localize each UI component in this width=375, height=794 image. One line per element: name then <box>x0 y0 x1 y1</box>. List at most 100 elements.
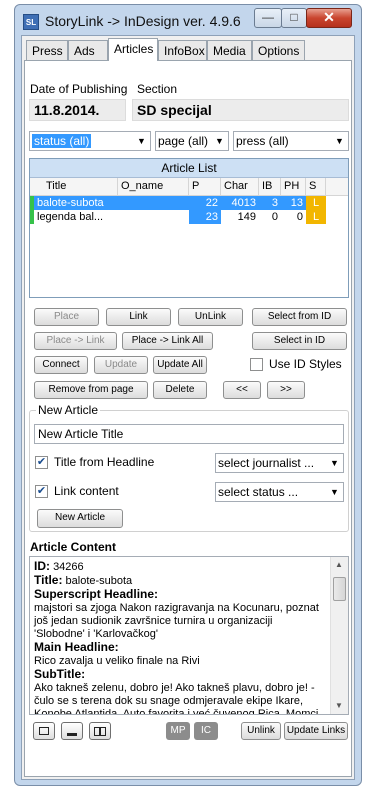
update-links-button[interactable]: Update Links <box>284 722 348 740</box>
column-char[interactable]: Char <box>221 178 259 195</box>
bottom-toolbar: MP IC Unlink Update Links <box>25 720 351 742</box>
new-article-button[interactable]: New Article <box>37 509 123 528</box>
section-value: SD specijal <box>132 99 349 121</box>
split-divider-icon <box>99 727 101 736</box>
delete-button[interactable]: Delete <box>153 381 207 399</box>
mp-button[interactable]: MP <box>166 722 190 740</box>
row-o-name <box>118 196 189 210</box>
window-title: StoryLink -> InDesign ver. 4.9.6 <box>45 13 241 29</box>
use-id-styles-label: Use ID Styles <box>269 357 342 371</box>
layout-split-button[interactable] <box>89 722 111 740</box>
row-marker <box>30 210 34 224</box>
column-title[interactable]: Title <box>30 178 118 195</box>
link-button[interactable]: Link <box>106 308 171 326</box>
press-filter-dropdown[interactable]: press (all) ▼ <box>233 131 349 151</box>
chevron-down-icon: ▼ <box>215 136 224 146</box>
article-list-title: Article List <box>30 159 348 178</box>
subtitle-label: SubTitle: <box>34 667 86 681</box>
tab-media[interactable]: Media <box>207 40 252 60</box>
tab-options[interactable]: Options <box>252 40 305 60</box>
status-filter-value: status (all) <box>32 134 92 148</box>
journalist-value: select journalist ... <box>218 456 315 470</box>
remove-from-page-button[interactable]: Remove from page <box>34 381 148 399</box>
title-from-headline-label: Title from Headline <box>54 455 155 469</box>
scroll-down-icon[interactable]: ▼ <box>331 698 347 714</box>
row-status: L <box>306 196 326 210</box>
superscript-text: majstori sa zjoga Nakon razigravanja na … <box>34 602 319 640</box>
tab-ads[interactable]: Ads <box>68 40 108 60</box>
main-headline-label: Main Headline: <box>34 640 119 654</box>
status-dropdown[interactable]: select status ... ▼ <box>215 482 344 502</box>
date-label: Date of Publishing <box>30 82 128 96</box>
article-content-text: ID: 34266 Title: balote-subota Superscri… <box>34 560 326 715</box>
link-content-checkbox[interactable]: ✔ <box>35 485 48 498</box>
id-label: ID: <box>34 559 50 573</box>
unlink-button[interactable]: UnLink <box>178 308 243 326</box>
page-filter-dropdown[interactable]: page (all) ▼ <box>155 131 229 151</box>
article-list[interactable]: Article List Title O_name P Char IB PH S… <box>29 158 349 298</box>
bottom-pane-icon <box>67 733 77 736</box>
maximize-button[interactable]: □ <box>281 8 307 28</box>
place-link-all-button[interactable]: Place -> Link All <box>122 332 213 350</box>
single-pane-icon <box>39 727 49 735</box>
tab-press[interactable]: Press <box>26 40 68 60</box>
next-button[interactable]: >> <box>267 381 305 399</box>
article-row[interactable]: balote-subota 22 4013 3 13 L <box>30 196 348 210</box>
column-s[interactable]: S <box>306 178 326 195</box>
title-label: Title: <box>34 573 63 587</box>
layout-single-button[interactable] <box>33 722 55 740</box>
tab-infobox[interactable]: InfoBox <box>158 40 207 60</box>
close-button[interactable]: ✕ <box>306 8 352 28</box>
title-from-headline-checkbox[interactable]: ✔ <box>35 456 48 469</box>
storylink-window: SL StoryLink -> InDesign ver. 4.9.6 — □ … <box>14 4 362 786</box>
select-in-id-button[interactable]: Select in ID <box>252 332 347 350</box>
client-area: Press Ads Articles InfoBox Media Options… <box>21 35 355 780</box>
use-id-styles-checkbox[interactable] <box>250 358 263 371</box>
scroll-up-icon[interactable]: ▲ <box>331 557 347 573</box>
content-scrollbar[interactable]: ▲ ▼ <box>330 557 348 714</box>
select-from-id-button[interactable]: Select from ID <box>252 308 347 326</box>
chevron-down-icon: ▼ <box>330 458 339 468</box>
minimize-button[interactable]: — <box>254 8 282 28</box>
article-row[interactable]: legenda bal... 23 149 0 0 L <box>30 210 348 224</box>
articles-tab-page: Date of Publishing Section 11.8.2014. SD… <box>24 60 352 777</box>
journalist-dropdown[interactable]: select journalist ... ▼ <box>215 453 344 473</box>
date-value: 11.8.2014. <box>29 99 126 121</box>
layout-bottom-button[interactable] <box>61 722 83 740</box>
update-button[interactable]: Update <box>94 356 148 374</box>
connect-button[interactable]: Connect <box>34 356 88 374</box>
row-marker <box>30 196 34 210</box>
new-article-group: New Article New Article Title ✔ Title fr… <box>29 403 349 532</box>
row-status: L <box>306 210 326 224</box>
row-ib: 3 <box>259 196 281 210</box>
article-content-title: Article Content <box>30 540 117 554</box>
row-p: 23 <box>189 210 221 224</box>
scroll-thumb[interactable] <box>333 577 346 601</box>
update-all-button[interactable]: Update All <box>153 356 207 374</box>
status-filter-dropdown[interactable]: status (all) ▼ <box>29 131 151 151</box>
new-article-title-input[interactable]: New Article Title <box>34 424 344 444</box>
place-link-button[interactable]: Place -> Link <box>34 332 117 350</box>
row-char: 149 <box>237 211 256 223</box>
app-icon: SL <box>23 14 39 30</box>
article-content-box[interactable]: ID: 34266 Title: balote-subota Superscri… <box>29 556 349 715</box>
column-ib[interactable]: IB <box>259 178 281 195</box>
chevron-down-icon: ▼ <box>137 136 146 146</box>
column-o-name[interactable]: O_name <box>118 178 189 195</box>
unlink-links-button[interactable]: Unlink <box>241 722 281 740</box>
previous-button[interactable]: << <box>223 381 261 399</box>
new-article-group-title: New Article <box>36 403 101 417</box>
ic-button[interactable]: IC <box>194 722 218 740</box>
row-p: 22 <box>189 196 221 210</box>
column-ph[interactable]: PH <box>281 178 306 195</box>
page-filter-value: page (all) <box>158 134 209 148</box>
row-char: 4013 <box>221 196 259 210</box>
tab-articles[interactable]: Articles <box>108 38 158 61</box>
title-bar[interactable]: SL StoryLink -> InDesign ver. 4.9.6 — □ … <box>15 5 361 39</box>
chevron-down-icon: ▼ <box>330 487 339 497</box>
section-label: Section <box>137 82 178 96</box>
id-value: 34266 <box>53 561 84 573</box>
column-p[interactable]: P <box>189 178 221 195</box>
place-button[interactable]: Place <box>34 308 99 326</box>
row-o-name <box>118 210 189 224</box>
